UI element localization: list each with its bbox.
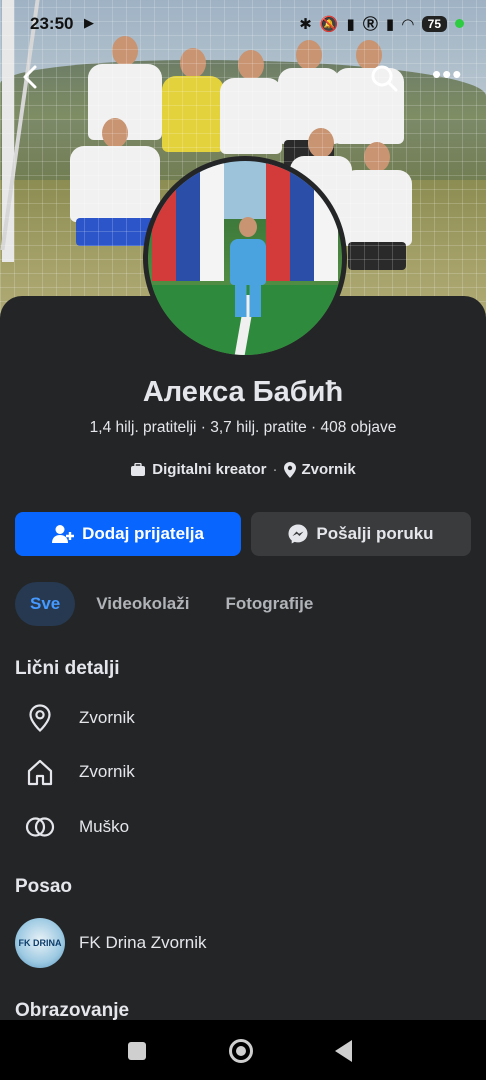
srpska-flag bbox=[266, 161, 338, 281]
detail-text: Zvornik bbox=[79, 762, 135, 781]
signal-icon: ▮ bbox=[346, 15, 355, 33]
gender-rings-icon bbox=[24, 811, 56, 843]
meta-separator: · bbox=[272, 461, 278, 478]
add-friend-icon bbox=[52, 525, 75, 543]
work-entry[interactable]: FK DRINA FK Drina Zvornik bbox=[15, 918, 207, 968]
recent-apps-button[interactable] bbox=[128, 1042, 146, 1060]
profile-location: Zvornik bbox=[301, 461, 356, 478]
detail-gender: Muško bbox=[24, 811, 129, 843]
home-dot-icon bbox=[236, 1046, 246, 1056]
add-friend-label: Dodaj prijatelja bbox=[82, 524, 204, 543]
status-bar: 23:50 ▶ ✱ 🔕 ▮ Ⓡ ▮ ◠ 75 bbox=[0, 0, 486, 46]
tab-photos[interactable]: Fotografije bbox=[210, 582, 328, 626]
profile-photo bbox=[148, 161, 342, 355]
send-message-button[interactable]: Pošalji poruku bbox=[251, 512, 471, 556]
work-title: Posao bbox=[15, 876, 73, 897]
profile-avatar[interactable] bbox=[143, 156, 347, 360]
briefcase-icon bbox=[131, 462, 146, 476]
back-button[interactable] bbox=[16, 62, 46, 92]
club-logo: FK DRINA bbox=[15, 918, 65, 968]
employer-name: FK Drina Zvornik bbox=[79, 933, 207, 952]
profile-stats[interactable]: 1,4 hilj. pratitelji · 3,7 hilj. pratite… bbox=[0, 419, 486, 437]
bluetooth-icon: ✱ bbox=[299, 15, 312, 33]
tab-all[interactable]: Sve bbox=[15, 582, 76, 626]
serbia-flag bbox=[152, 161, 224, 281]
education-title: Obrazovanje bbox=[15, 1000, 130, 1021]
detail-text: Zvornik bbox=[79, 708, 135, 727]
detail-text: Muško bbox=[79, 817, 130, 836]
privacy-dot-icon bbox=[455, 19, 464, 28]
system-nav-bar bbox=[0, 1020, 486, 1080]
home-icon bbox=[24, 756, 56, 788]
location-pin-icon bbox=[24, 702, 56, 734]
system-back-button[interactable] bbox=[335, 1040, 352, 1062]
mute-icon: 🔕 bbox=[319, 15, 339, 33]
status-icons: ✱ 🔕 ▮ Ⓡ ▮ ◠ 75 bbox=[299, 13, 464, 34]
chevron-left-icon bbox=[23, 65, 37, 89]
profile-tabs: Sve Videokolaži Fotografije bbox=[15, 582, 328, 626]
tab-video-collages[interactable]: Videokolaži bbox=[81, 582, 204, 626]
wifi-icon: ◠ bbox=[402, 15, 414, 33]
roaming-icon: Ⓡ bbox=[362, 16, 378, 33]
home-button[interactable] bbox=[229, 1039, 253, 1063]
profile-meta: Digitalni kreator · Zvornik bbox=[0, 461, 486, 478]
search-button[interactable] bbox=[368, 62, 400, 94]
battery-indicator: 75 bbox=[421, 15, 447, 32]
detail-current-city: Zvornik bbox=[24, 702, 135, 734]
search-icon bbox=[371, 65, 398, 92]
signal-icon-2: ▮ bbox=[385, 15, 395, 33]
player-figure bbox=[230, 217, 266, 327]
add-friend-button[interactable]: Dodaj prijatelja bbox=[15, 512, 241, 556]
personal-details-title: Lični detalji bbox=[15, 658, 120, 679]
send-message-label: Pošalji poruku bbox=[316, 524, 434, 543]
profile-name: Алекса Бабић bbox=[142, 376, 344, 408]
messenger-icon bbox=[288, 524, 308, 544]
profile-category: Digitalni kreator bbox=[152, 461, 267, 478]
location-pin-icon bbox=[283, 461, 296, 478]
status-time: 23:50 bbox=[30, 14, 74, 33]
navigation-arrow-icon: ▶ bbox=[84, 15, 94, 30]
more-options-button[interactable]: ••• bbox=[432, 59, 463, 92]
more-dots-icon: ••• bbox=[432, 59, 463, 89]
detail-hometown: Zvornik bbox=[24, 756, 135, 788]
